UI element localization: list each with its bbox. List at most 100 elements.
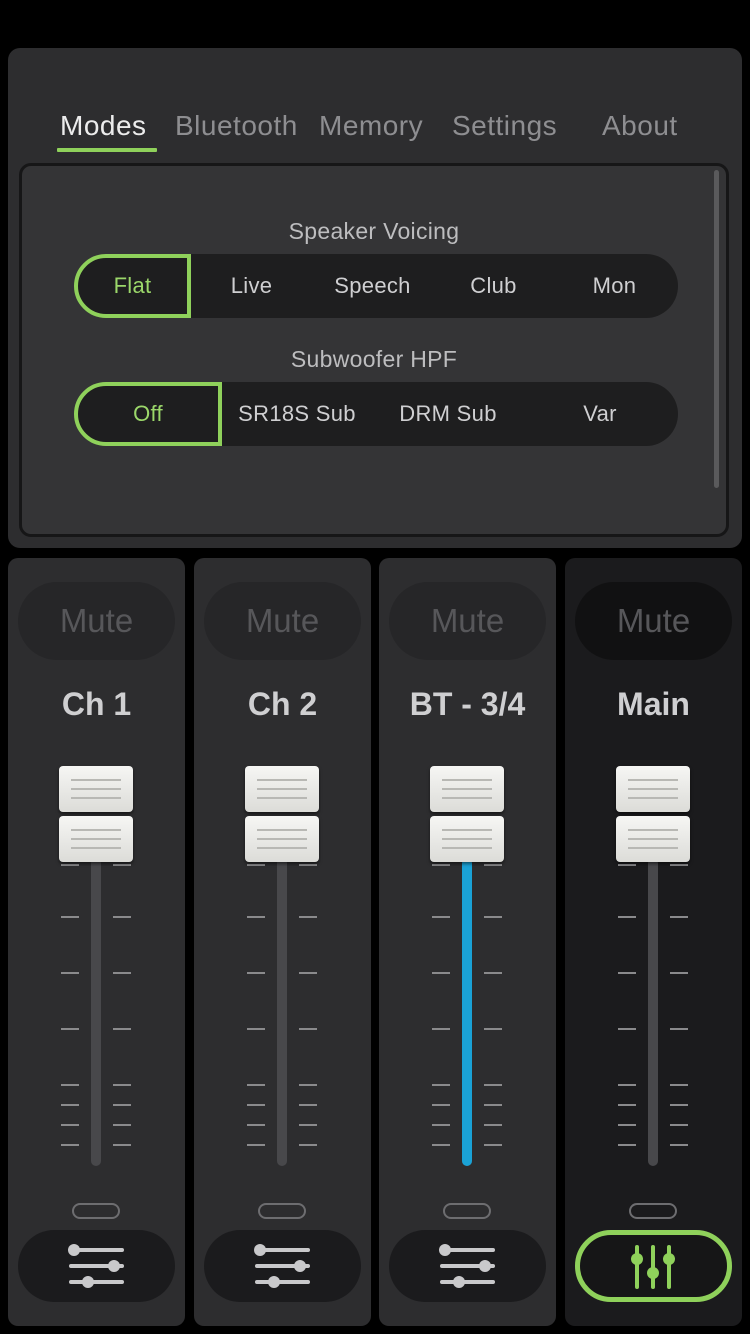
voicing-option-club[interactable]: Club (433, 254, 554, 318)
fader-cap-grip-line (442, 847, 492, 849)
fader-cap-grip-line (257, 847, 307, 849)
fader-cap-grip-line (71, 847, 121, 849)
fader-cap-grip-line (442, 779, 492, 781)
slider-knob (647, 1267, 659, 1279)
fader-tick (299, 1084, 317, 1086)
slider-knob (254, 1244, 266, 1256)
fader-tick (618, 1028, 636, 1030)
horizontal-sliders-icon (254, 1244, 310, 1288)
fader-tick (670, 916, 688, 918)
fader-tick (670, 1084, 688, 1086)
channel-strip-main: Mute Main (565, 558, 742, 1326)
fader-cap-grip-line (628, 838, 678, 840)
hpf-option-var[interactable]: Var (524, 382, 676, 446)
voicing-option-mon[interactable]: Mon (554, 254, 675, 318)
fader-tick (432, 1028, 450, 1030)
fader-cap-bottom (616, 816, 690, 862)
mute-button[interactable]: Mute (18, 582, 175, 660)
slider-knob (663, 1253, 675, 1265)
fader-track[interactable] (277, 858, 287, 1166)
fader-cap-bottom (59, 816, 133, 862)
tab-bluetooth[interactable]: Bluetooth (175, 110, 298, 142)
fader-tick (432, 916, 450, 918)
speaker-voicing-selector: Flat Live Speech Club Mon (74, 254, 678, 318)
fader-track[interactable] (91, 858, 101, 1166)
fader-tick (484, 1104, 502, 1106)
modes-panel: Speaker Voicing Flat Live Speech Club Mo… (19, 163, 729, 537)
voicing-option-live[interactable]: Live (191, 254, 312, 318)
top-panel: Modes Bluetooth Memory Settings About Sp… (8, 48, 742, 548)
hpf-option-drm-sub[interactable]: DRM Sub (372, 382, 524, 446)
fader-cap-top (59, 766, 133, 812)
channel-name: Ch 1 (61, 686, 132, 722)
fader-tick (299, 864, 317, 866)
mute-button[interactable]: Mute (204, 582, 361, 660)
fader-cap-grip-line (257, 797, 307, 799)
fader-tick (247, 1144, 265, 1146)
fader-tick (432, 1084, 450, 1086)
horizontal-sliders-icon (68, 1244, 124, 1288)
eq-button[interactable] (204, 1230, 361, 1302)
hpf-option-sr18s-sub[interactable]: SR18S Sub (222, 382, 372, 446)
fader-cap-grip-line (442, 829, 492, 831)
tab-bar: Modes Bluetooth Memory Settings About (8, 48, 742, 158)
fader-tick (113, 1104, 131, 1106)
fader-cap-grip-line (71, 829, 121, 831)
fader-tick (61, 864, 79, 866)
fader-tick (484, 1084, 502, 1086)
tab-memory[interactable]: Memory (319, 110, 423, 142)
tab-modes[interactable]: Modes (60, 110, 147, 142)
eq-button[interactable] (18, 1230, 175, 1302)
voicing-option-speech[interactable]: Speech (312, 254, 433, 318)
fader-tick (670, 1144, 688, 1146)
fader-cap-grip-line (628, 797, 678, 799)
fader-cap-top (245, 766, 319, 812)
voicing-option-flat[interactable]: Flat (74, 254, 191, 318)
hpf-option-off[interactable]: Off (74, 382, 222, 446)
fader-cap-grip-line (257, 829, 307, 831)
fader-cap[interactable] (616, 766, 690, 862)
fader-tick (484, 1028, 502, 1030)
fader-tick (61, 1084, 79, 1086)
tab-settings[interactable]: Settings (452, 110, 557, 142)
fader-tick (484, 972, 502, 974)
speaker-voicing-title: Speaker Voicing (288, 218, 460, 244)
slider-knob (479, 1260, 491, 1272)
fader-tick (432, 972, 450, 974)
active-tab-indicator (57, 148, 157, 152)
subwoofer-hpf-title: Subwoofer HPF (290, 346, 458, 372)
slider-knob (68, 1244, 80, 1256)
fader-tick (670, 972, 688, 974)
channel-strip-ch2: Mute Ch 2 (194, 558, 371, 1326)
fader-cap-grip-line (442, 788, 492, 790)
fader-tick (299, 1144, 317, 1146)
fader-cap[interactable] (430, 766, 504, 862)
fader-track[interactable] (462, 858, 472, 1166)
fader-tick (299, 916, 317, 918)
fader-cap[interactable] (59, 766, 133, 862)
tab-about[interactable]: About (602, 110, 678, 142)
fader-cap-bottom (430, 816, 504, 862)
fader-tick (247, 1028, 265, 1030)
fader-cap-grip-line (71, 779, 121, 781)
fader-tick (432, 1124, 450, 1126)
fader-level-fill (462, 858, 472, 1166)
fader-tick (299, 1124, 317, 1126)
fader-tick (61, 1028, 79, 1030)
fader-tick (484, 864, 502, 866)
fader-tick (670, 1104, 688, 1106)
mute-button[interactable]: Mute (575, 582, 732, 660)
eq-button[interactable] (389, 1230, 546, 1302)
mute-button[interactable]: Mute (389, 582, 546, 660)
fader-tick (247, 864, 265, 866)
fader-track[interactable] (648, 858, 658, 1166)
fader-cap[interactable] (245, 766, 319, 862)
eq-button[interactable] (575, 1230, 732, 1302)
signal-indicator (443, 1203, 491, 1219)
fader-cap-grip-line (71, 797, 121, 799)
signal-indicator (629, 1203, 677, 1219)
fader-tick (432, 1144, 450, 1146)
modes-scrollbar[interactable] (714, 170, 719, 488)
fader-cap-grip-line (257, 779, 307, 781)
fader-cap-grip-line (71, 838, 121, 840)
